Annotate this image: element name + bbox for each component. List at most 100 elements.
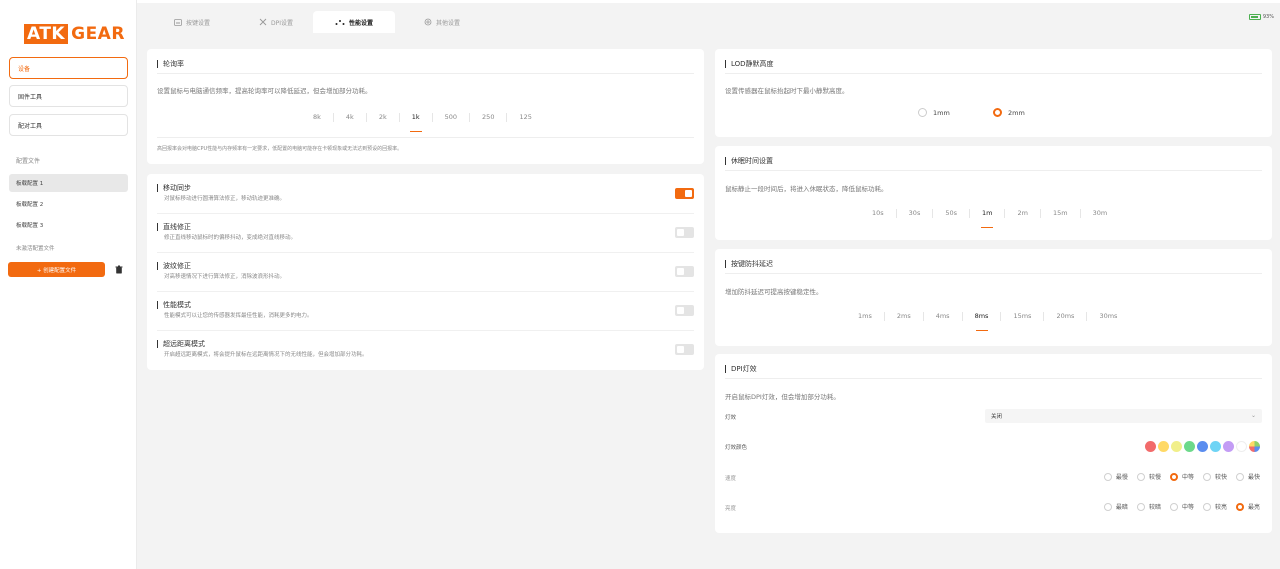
debounce-option-20ms[interactable]: 20ms <box>1044 312 1088 321</box>
color-swatch[interactable] <box>1223 441 1234 452</box>
polling-rate-option-125[interactable]: 125 <box>507 113 543 122</box>
dpi-light-card: DPI灯效 开启鼠标DPI灯效，但会增加部分功耗。 灯效 关闭 ⌄ 灯效颜色 速… <box>715 354 1272 533</box>
brightness-option[interactable]: 中等 <box>1169 502 1194 511</box>
polling-rate-option-8k[interactable]: 8k <box>301 113 334 122</box>
color-swatch[interactable] <box>1236 441 1247 452</box>
effect-select[interactable]: 关闭 ⌄ <box>985 409 1262 423</box>
battery-percent: 93% <box>1262 14 1274 20</box>
toggle-knob <box>677 268 684 275</box>
feature-toggles-card: 移动同步 对鼠标移动进行圆滑算法修正，移动轨迹更准确。 直线修正 修正直线移动鼠标时的… <box>147 174 704 370</box>
radio-dot <box>918 108 927 117</box>
feature-row: 性能模式性能模式可以让您的传感器发挥最佳性能，消耗更多的电力。 <box>157 293 694 331</box>
feature-title: 直线修正 <box>157 223 191 231</box>
color-swatches <box>1143 441 1260 452</box>
dpi-light-desc: 开启鼠标DPI灯效，但会增加部分功耗。 <box>725 393 840 401</box>
sleep-time-title: 休眠时间设置 <box>725 157 773 165</box>
feature-toggle[interactable] <box>675 188 694 199</box>
toggle-knob <box>677 307 684 314</box>
radio-label: 2mm <box>1008 108 1025 117</box>
speed-option[interactable]: 最慢 <box>1103 472 1128 481</box>
chevron-down-icon: ⌄ <box>1250 412 1256 419</box>
color-swatch[interactable] <box>1171 441 1182 452</box>
tab-dpi-settings[interactable]: DPI设置 <box>245 11 307 33</box>
feature-toggle[interactable] <box>675 227 694 238</box>
brightness-option[interactable]: 较暗 <box>1136 502 1161 511</box>
speed-option[interactable]: 较快 <box>1202 472 1227 481</box>
color-swatch[interactable] <box>1158 441 1169 452</box>
polling-rate-option-2k[interactable]: 2k <box>367 113 400 122</box>
debounce-option-8ms[interactable]: 8ms <box>963 312 1002 331</box>
sleep-time-option-50s[interactable]: 50s <box>933 209 971 218</box>
brightness-option[interactable]: 最暗 <box>1103 502 1128 511</box>
debounce-option-15ms[interactable]: 15ms <box>1001 312 1045 321</box>
tab-label: DPI设置 <box>270 19 293 27</box>
lod-card: LOD静默高度 设置传感器在鼠标抬起时下最小静默高度。 1mm 2mm <box>715 49 1272 137</box>
feature-toggle[interactable] <box>675 266 694 277</box>
debounce-option-1ms[interactable]: 1ms <box>846 312 885 321</box>
feature-toggle[interactable] <box>675 305 694 316</box>
brightness-option[interactable]: 较亮 <box>1202 502 1227 511</box>
tab-performance-settings[interactable]: 性能设置 <box>313 11 395 33</box>
brightness-option[interactable]: 最亮 <box>1235 502 1260 511</box>
radio-dot <box>1235 502 1244 511</box>
polling-rate-card: 轮询率 设置鼠标与电脑通信频率，提高轮询率可以降低延迟，但会增加部分功耗。 8k… <box>147 49 704 164</box>
nav-device[interactable]: 设备 <box>9 57 128 79</box>
polling-rate-option-4k[interactable]: 4k <box>334 113 367 122</box>
polling-rate-option-500[interactable]: 500 <box>433 113 471 122</box>
sleep-time-option-30m[interactable]: 30m <box>1081 209 1120 218</box>
lod-option-2mm[interactable]: 2mm <box>993 108 1025 117</box>
sleep-time-card: 休眠时间设置 鼠标静止一段时间后，将进入休眠状态，降低鼠标功耗。 10s 30s 5… <box>715 146 1272 240</box>
tab-label: 性能设置 <box>348 19 373 27</box>
sleep-time-option-10s[interactable]: 10s <box>860 209 897 218</box>
sleep-time-desc: 鼠标静止一段时间后，将进入休眠状态，降低鼠标功耗。 <box>725 185 888 193</box>
feature-toggle[interactable] <box>675 344 694 355</box>
toggle-knob <box>677 346 684 353</box>
color-swatch[interactable] <box>1197 441 1208 452</box>
brightness-options: 最暗 较暗 中等 较亮 最亮 <box>1095 502 1260 511</box>
tab-label: 其他设置 <box>435 19 460 27</box>
polling-rate-desc: 设置鼠标与电脑通信频率，提高轮询率可以降低延迟，但会增加部分功耗。 <box>157 87 372 95</box>
color-swatch[interactable] <box>1184 441 1195 452</box>
sleep-time-option-15m[interactable]: 15m <box>1041 209 1081 218</box>
speed-option[interactable]: 较慢 <box>1136 472 1161 481</box>
gear-icon <box>424 18 432 26</box>
debounce-card: 按键防抖延迟 增加防抖延迟可提高按键稳定性。 1ms 2ms 4ms 8ms 15ms 2… <box>715 249 1272 346</box>
polling-rate-option-1k[interactable]: 1k <box>400 113 433 132</box>
feature-row: 移动同步 对鼠标移动进行圆滑算法修正，移动轨迹更准确。 <box>157 176 694 214</box>
debounce-option-4ms[interactable]: 4ms <box>924 312 963 321</box>
speed-label: 速度 <box>725 476 737 482</box>
feature-desc: 性能模式可以让您的传感器发挥最佳性能，消耗更多的电力。 <box>164 313 313 319</box>
color-swatch[interactable] <box>1210 441 1221 452</box>
speed-option[interactable]: 最快 <box>1235 472 1260 481</box>
tab-label: 按键设置 <box>185 19 210 27</box>
sleep-time-option-2m[interactable]: 2m <box>1005 209 1041 218</box>
config-files-label: 配置文件 <box>16 158 41 165</box>
config-item-1[interactable]: 板载配置 1 <box>9 174 128 192</box>
divider <box>157 137 694 138</box>
feature-title: 性能模式 <box>157 301 191 309</box>
speed-option[interactable]: 中等 <box>1169 472 1194 481</box>
tab-other-settings[interactable]: 其他设置 <box>411 11 473 33</box>
polling-rate-option-250[interactable]: 250 <box>470 113 508 122</box>
debounce-option-30ms[interactable]: 30ms <box>1087 312 1129 321</box>
top-strip <box>137 0 1280 3</box>
lod-option-1mm[interactable]: 1mm <box>918 108 950 117</box>
feature-row: 波纹修正 对高移速情况下进行算法修正，消除波浪形抖动。 <box>157 254 694 292</box>
sleep-time-option-1m[interactable]: 1m <box>970 209 1006 228</box>
tab-key-settings[interactable]: 按键设置 <box>161 11 223 33</box>
config-item-3[interactable]: 板载配置 3 <box>9 216 128 234</box>
sleep-time-option-30s[interactable]: 30s <box>897 209 934 218</box>
feature-row: 直线修正 修正直线移动鼠标时的偏移抖动，变成绝对直线移动。 <box>157 215 694 253</box>
trash-icon[interactable] <box>114 264 124 275</box>
new-config-button[interactable]: + 创建配置文件 <box>8 262 105 277</box>
feature-title: 超远距离模式 <box>157 340 205 348</box>
lod-title: LOD静默高度 <box>725 60 774 68</box>
color-swatch[interactable] <box>1249 441 1260 452</box>
inactive-configs-label: 未激活配置文件 <box>16 246 55 252</box>
color-swatch[interactable] <box>1145 441 1156 452</box>
feature-desc: 对鼠标移动进行圆滑算法修正，移动轨迹更准确。 <box>164 196 286 202</box>
debounce-option-2ms[interactable]: 2ms <box>885 312 924 321</box>
config-item-2[interactable]: 板载配置 2 <box>9 195 128 213</box>
nav-pairing-tool[interactable]: 配对工具 <box>9 114 128 136</box>
nav-firmware-tool[interactable]: 固件工具 <box>9 85 128 107</box>
